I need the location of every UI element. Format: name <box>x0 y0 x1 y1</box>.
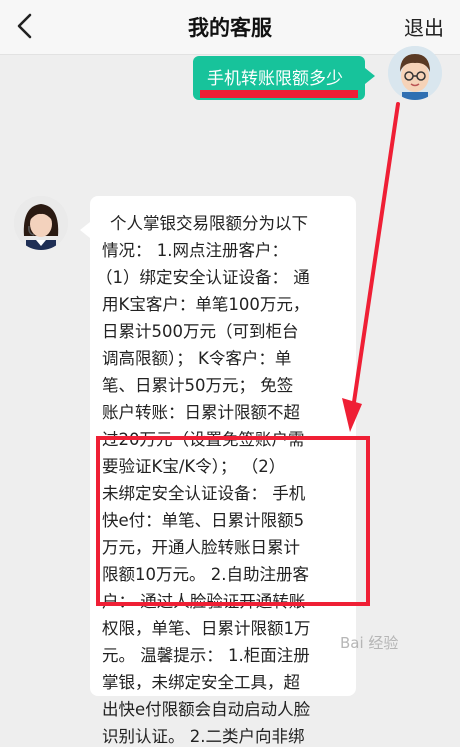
watermark: Bai 经验 <box>340 634 399 652</box>
message-line: 出快e付限额会自动启动人脸 <box>102 700 311 719</box>
annotation-arrow <box>342 102 400 432</box>
arrow-head-icon <box>342 398 362 432</box>
message-line: 识别认证。 2.二类户向非绑 <box>102 727 305 746</box>
